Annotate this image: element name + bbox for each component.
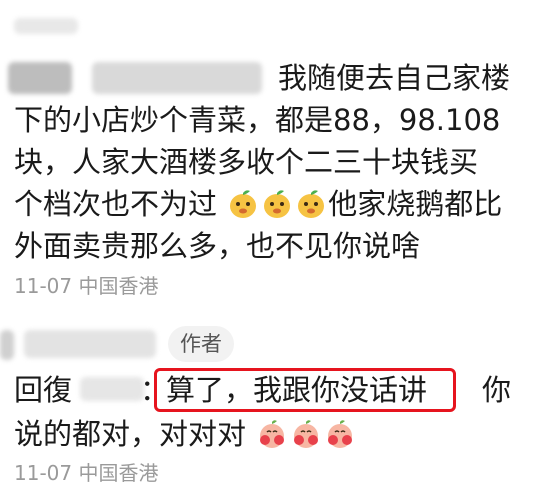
peach-emoji-row bbox=[246, 417, 357, 451]
blurred-text-top bbox=[14, 18, 78, 34]
comment-2-line-1: 回復 bbox=[14, 371, 72, 409]
comment-2-line-1-tail: 你 bbox=[482, 373, 512, 407]
comment-2-line-2-text: 说的都对，对对对 bbox=[14, 417, 247, 451]
comment-1-line-4-tail: 他家烧鹅都比 bbox=[328, 187, 503, 221]
peach-face-emoji bbox=[294, 420, 319, 448]
blurred-username-2 bbox=[24, 330, 156, 358]
comment-2-line-2: 说的都对，对对对 bbox=[14, 415, 357, 453]
mango-emoji-row bbox=[217, 187, 328, 221]
peach-face-emoji bbox=[328, 420, 353, 448]
blurred-avatar bbox=[8, 62, 72, 94]
peach-face-emoji bbox=[260, 420, 285, 448]
comment-1-line-4: 个档次也不为过 他家烧鹅都比 bbox=[14, 185, 502, 223]
author-tag: 作者 bbox=[168, 326, 234, 362]
blurred-username bbox=[92, 62, 262, 94]
blurred-avatar-2 bbox=[0, 330, 14, 360]
mango-face-emoji bbox=[230, 190, 257, 218]
comment-1-timestamp: 11-07 中国香港 bbox=[14, 274, 159, 298]
comment-1-line-1: 我随便去自己家楼 bbox=[278, 61, 511, 95]
comment-2-timestamp: 11-07 中国香港 bbox=[14, 461, 159, 485]
comment-1-line-3: 块，人家大酒楼多收个二三十块钱买 bbox=[14, 145, 479, 179]
mango-face-emoji bbox=[264, 190, 291, 218]
comment-1-line-5: 外面卖贵那么多，也不见你说啥 bbox=[14, 229, 421, 263]
red-highlight-box bbox=[154, 368, 456, 412]
blurred-reply-target bbox=[80, 377, 144, 401]
comment-1-line-4-text: 个档次也不为过 bbox=[14, 187, 218, 221]
comment-1-line-2: 下的小店炒个青菜，都是88，98.108 bbox=[14, 103, 501, 137]
mango-face-emoji bbox=[298, 190, 325, 218]
reply-prefix: 回復 bbox=[14, 373, 73, 407]
